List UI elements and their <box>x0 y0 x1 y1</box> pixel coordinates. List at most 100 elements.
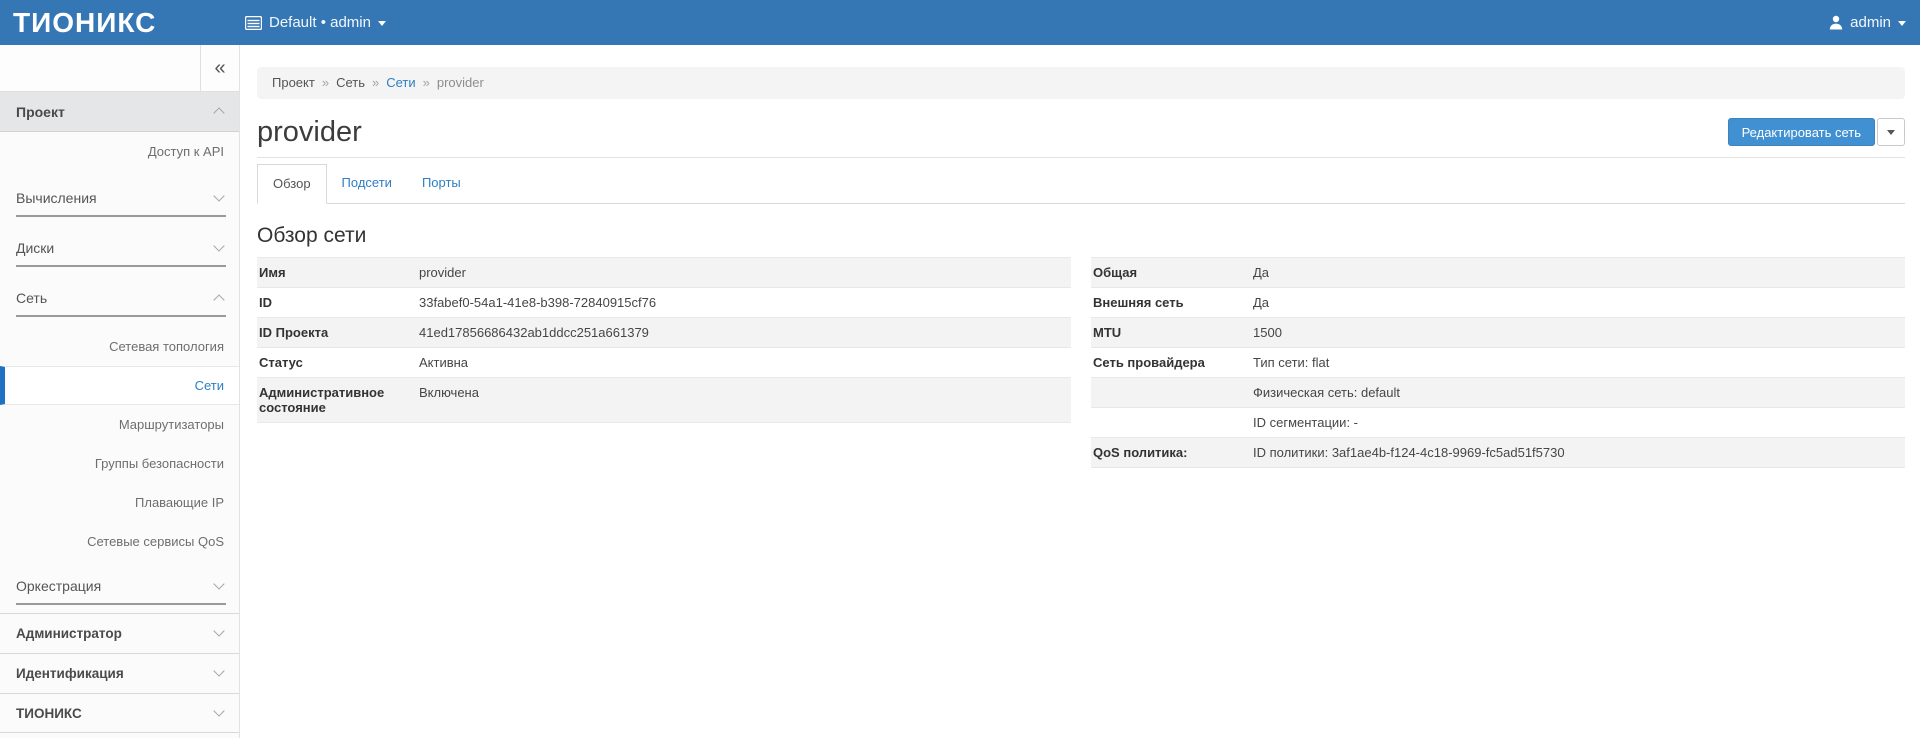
main-content: Проект»Сеть»Сети»provider provider Редак… <box>240 45 1920 738</box>
top-header: ТИОНИКС Default • admin admin <box>0 0 1920 45</box>
table-row: ID сегментации: - <box>1091 408 1905 438</box>
tab-ports[interactable]: Порты <box>407 164 476 203</box>
user-name: admin <box>1850 14 1891 31</box>
row-label-mtu: MTU <box>1091 318 1249 348</box>
detail-tabs: Обзор Подсети Порты <box>257 164 1905 204</box>
caret-down-icon <box>1887 130 1895 135</box>
row-value-id: 33fabef0-54a1-41e8-b398-72840915cf76 <box>415 288 1071 318</box>
tab-overview[interactable]: Обзор <box>257 164 327 204</box>
sidebar-item-networks[interactable]: Сети <box>0 366 239 405</box>
sidebar-dashboard-project[interactable]: Проект <box>0 92 239 132</box>
table-row: MTU 1500 <box>1091 318 1905 348</box>
header-divider <box>257 157 1905 158</box>
chevron-down-icon <box>213 625 224 636</box>
breadcrumb: Проект»Сеть»Сети»provider <box>257 67 1905 99</box>
table-row: Имя provider <box>257 258 1071 288</box>
sidebar-item-security-groups[interactable]: Группы безопасности <box>0 444 239 483</box>
caret-down-icon <box>378 21 386 26</box>
user-menu[interactable]: admin <box>1829 0 1906 45</box>
row-value-name: provider <box>415 258 1071 288</box>
dashboard-tionix-label: ТИОНИКС <box>16 706 82 721</box>
table-row: QoS политика: ID политики: 3af1ae4b-f124… <box>1091 438 1905 468</box>
row-label-external: Внешняя сеть <box>1091 288 1249 318</box>
row-label-name: Имя <box>257 258 415 288</box>
sidebar-item-routers[interactable]: Маршрутизаторы <box>0 405 239 444</box>
breadcrumb-separator: » <box>372 75 379 90</box>
page-header-row: provider Редактировать сеть <box>257 115 1905 149</box>
group-orchestration-label: Оркестрация <box>16 578 101 594</box>
row-value-status: Активна <box>415 348 1071 378</box>
breadcrumb-separator: » <box>423 75 430 90</box>
row-label-empty <box>1091 408 1249 438</box>
row-value-mtu: 1500 <box>1249 318 1905 348</box>
breadcrumb-net[interactable]: Сеть <box>336 75 365 90</box>
row-value-shared: Да <box>1249 258 1905 288</box>
caret-down-icon <box>1898 21 1906 26</box>
row-value-network-type: Тип сети: flat <box>1249 348 1905 378</box>
row-label-project-id: ID Проекта <box>257 318 415 348</box>
context-switcher-icon <box>245 16 262 30</box>
chevron-down-icon <box>213 705 224 716</box>
row-label-admin-state: Административное состояние <box>257 378 415 423</box>
tab-subnets[interactable]: Подсети <box>327 164 407 203</box>
sidebar-toggle-strip: « <box>0 45 239 92</box>
brand-logo[interactable]: ТИОНИКС <box>13 0 156 45</box>
row-value-external: Да <box>1249 288 1905 318</box>
sidebar-network-items: Сетевая топология Сети Маршрутизаторы Гр… <box>0 327 239 561</box>
sidebar-group-volumes[interactable]: Диски <box>0 229 239 267</box>
row-label-provider-network: Сеть провайдера <box>1091 348 1249 378</box>
user-icon <box>1829 15 1843 30</box>
overview-columns: Имя provider ID 33fabef0-54a1-41e8-b398-… <box>257 257 1905 468</box>
page-title: provider <box>257 116 362 149</box>
chevron-down-icon <box>213 578 224 589</box>
sidebar-item-network-qos[interactable]: Сетевые сервисы QoS <box>0 522 239 561</box>
sidebar-item-api-access[interactable]: Доступ к API <box>0 132 239 171</box>
group-compute-label: Вычисления <box>16 190 97 206</box>
overview-heading: Обзор сети <box>257 224 1905 248</box>
dashboard-project-label: Проект <box>16 104 65 120</box>
page-actions: Редактировать сеть <box>1728 118 1905 146</box>
domain-project-switcher[interactable]: Default • admin <box>245 0 386 45</box>
row-value-project-id: 41ed17856686432ab1ddcc251a661379 <box>415 318 1071 348</box>
table-row: ID 33fabef0-54a1-41e8-b398-72840915cf76 <box>257 288 1071 318</box>
edit-network-button[interactable]: Редактировать сеть <box>1728 118 1875 146</box>
group-volumes-label: Диски <box>16 240 54 256</box>
sidebar-collapse-button[interactable]: « <box>200 45 239 91</box>
row-label-qos-policy: QoS политика: <box>1091 438 1249 468</box>
domain-project-label: Default • admin <box>269 14 371 31</box>
table-row: ID Проекта 41ed17856686432ab1ddcc251a661… <box>257 318 1071 348</box>
sidebar-group-compute[interactable]: Вычисления <box>0 179 239 217</box>
sidebar-item-floating-ip[interactable]: Плавающие IP <box>0 483 239 522</box>
sidebar-group-network[interactable]: Сеть <box>0 279 239 317</box>
chevron-up-icon <box>213 294 224 305</box>
row-value-segmentation-id: ID сегментации: - <box>1249 408 1905 438</box>
dashboard-admin-label: Администратор <box>16 626 122 641</box>
row-label-shared: Общая <box>1091 258 1249 288</box>
dashboard-identity-label: Идентификация <box>16 666 124 681</box>
sidebar-dashboard-admin[interactable]: Администратор <box>0 613 239 653</box>
row-label-status: Статус <box>257 348 415 378</box>
chevron-down-icon <box>213 240 224 251</box>
edit-network-dropdown-button[interactable] <box>1877 118 1905 146</box>
row-label-id: ID <box>257 288 415 318</box>
network-overview-table-right: Общая Да Внешняя сеть Да MTU 1500 Сеть п… <box>1091 257 1905 468</box>
breadcrumb-networks-link[interactable]: Сети <box>386 75 415 90</box>
group-network-label: Сеть <box>16 290 47 306</box>
row-value-qos-policy-id: ID политики: 3af1ae4b-f124-4c18-9969-fc5… <box>1249 438 1905 468</box>
breadcrumb-project[interactable]: Проект <box>272 75 315 90</box>
table-row: Сеть провайдера Тип сети: flat <box>1091 348 1905 378</box>
sidebar-dashboards: Администратор Идентификация ТИОНИКС <box>0 613 239 733</box>
sidebar-dashboard-tionix[interactable]: ТИОНИКС <box>0 693 239 733</box>
row-label-empty <box>1091 378 1249 408</box>
breadcrumb-current: provider <box>437 75 484 90</box>
chevron-down-icon <box>213 665 224 676</box>
sidebar: « Проект Доступ к API Вычисления Диски С… <box>0 45 240 738</box>
sidebar-group-orchestration[interactable]: Оркестрация <box>0 567 239 605</box>
row-value-admin-state: Включена <box>415 378 1071 423</box>
chevron-down-icon <box>213 190 224 201</box>
table-row: Физическая сеть: default <box>1091 378 1905 408</box>
row-value-physical-network: Физическая сеть: default <box>1249 378 1905 408</box>
sidebar-item-network-topology[interactable]: Сетевая топология <box>0 327 239 366</box>
table-row: Внешняя сеть Да <box>1091 288 1905 318</box>
sidebar-dashboard-identity[interactable]: Идентификация <box>0 653 239 693</box>
